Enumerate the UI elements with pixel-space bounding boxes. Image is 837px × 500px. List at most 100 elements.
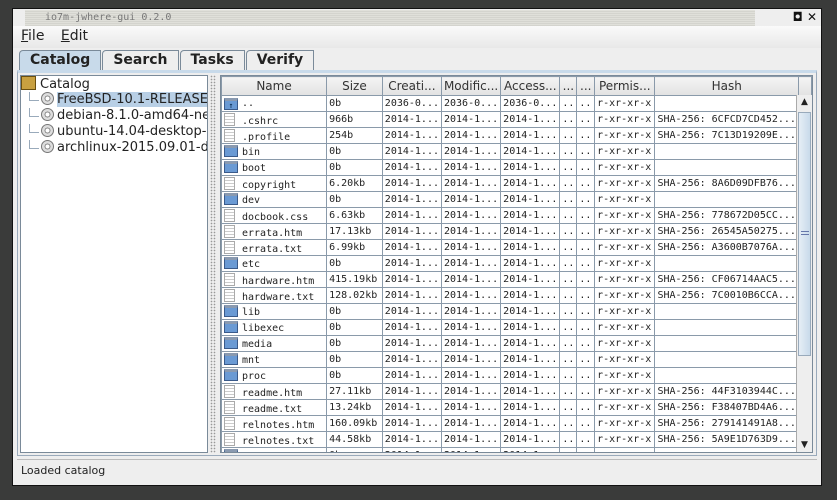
cell-x2: .. — [576, 191, 596, 208]
tree-root[interactable]: Catalog — [21, 76, 207, 92]
tree-item[interactable]: ubuntu-14.04-desktop-a — [21, 124, 207, 140]
cell-hash: SHA-256: 8A6D09DFB76... — [654, 175, 799, 192]
tab-tasks[interactable]: Tasks — [179, 50, 245, 70]
file-icon — [224, 400, 235, 414]
table-row[interactable]: lib 0b 2014-1... 2014-1... 2014-1....... r-xr… — [221, 303, 812, 320]
cell-x1: .. — [559, 239, 578, 256]
scroll-thumb[interactable] — [798, 112, 811, 356]
cell-x2: .. — [576, 399, 596, 416]
cell-m: 2014-1... — [440, 191, 502, 208]
parent-folder-icon: ↑ — [224, 97, 238, 110]
cell-a: 2014-1... — [500, 367, 561, 384]
file-icon — [224, 112, 235, 126]
cell-a: 2036-0... — [500, 95, 561, 112]
column-header[interactable]: Size — [326, 76, 383, 96]
column-header[interactable]: ... — [576, 76, 596, 96]
cell-m: 2014-1... — [440, 447, 502, 452]
tab-verify[interactable]: Verify — [245, 50, 315, 70]
table-row[interactable]: copyright 6.20kb 2014-1... 2014-1... 2014-1.… — [221, 175, 812, 192]
cell-a: 2014-1... — [500, 415, 561, 432]
table-row[interactable]: .cshrc 966b 2014-1... 2014-1... 2014-1......… — [221, 111, 812, 128]
folder-icon — [224, 305, 238, 317]
table-row[interactable]: relnotes.txt 44.58kb 2014-1... 2014-1... 201… — [221, 431, 812, 448]
tab-search[interactable]: Search — [102, 50, 179, 70]
vertical-scrollbar[interactable]: ▲ ▼ — [796, 95, 812, 452]
cell-perm: r-xr-xr-x — [594, 447, 656, 452]
table-row[interactable]: readme.htm 27.11kb 2014-1... 2014-1... 2014-… — [221, 383, 812, 400]
tree-item[interactable]: archlinux-2015.09.01-du — [21, 140, 207, 156]
status-text: Loaded catalog — [21, 464, 106, 477]
menu-file[interactable]: File — [21, 28, 44, 44]
folder-icon — [224, 337, 238, 349]
table-row[interactable]: 0b2014-1...2014-1...2014-1.......r-xr-xr… — [221, 447, 812, 452]
cell-a: 2014-1... — [500, 319, 561, 336]
table-row[interactable]: readme.txt 13.24kb 2014-1... 2014-1... 2014-… — [221, 399, 812, 416]
cell-m: 2014-1... — [440, 239, 502, 256]
table-row[interactable]: proc 0b 2014-1... 2014-1... 2014-1....... r-x… — [221, 367, 812, 384]
table-row[interactable]: libexec 0b 2014-1... 2014-1... 2014-1.......… — [221, 319, 812, 336]
cell-m: 2014-1... — [440, 335, 502, 352]
table-row[interactable]: ↑.. 0b 2036-0... 2036-0... 2036-0....... r-xr… — [221, 95, 812, 112]
scroll-down-icon[interactable]: ▼ — [797, 438, 812, 452]
cell-name: libexec — [221, 319, 328, 336]
cell-hash: SHA-256: 7C13D19209E... — [654, 127, 799, 144]
table-row[interactable]: media 0b 2014-1... 2014-1... 2014-1....... r-… — [221, 335, 812, 352]
cell-a: 2014-1... — [500, 447, 561, 452]
cell-x2: .. — [576, 335, 596, 352]
cell-perm: r-xr-xr-x — [594, 223, 656, 240]
cell-m: 2014-1... — [440, 415, 502, 432]
tab-catalog[interactable]: Catalog — [19, 50, 102, 70]
cell-size: 0b — [326, 351, 383, 368]
catalog-tree[interactable]: Catalog FreeBSD-10.1-RELEASE-debian-8.1.0… — [20, 75, 208, 453]
cell-hash — [654, 95, 799, 112]
table-row[interactable]: bin 0b 2014-1... 2014-1... 2014-1....... r-xr… — [221, 143, 812, 160]
table-row[interactable]: hardware.htm 415.19kb 2014-1... 2014-1... 20… — [221, 271, 812, 288]
folder-icon — [224, 369, 238, 381]
cell-hash: SHA-256: A3600B7076A... — [654, 239, 799, 256]
column-header[interactable]: Access... — [500, 76, 561, 96]
table-row[interactable]: hardware.txt 128.02kb 2014-1... 2014-1... 20… — [221, 287, 812, 304]
cell-hash — [654, 335, 799, 352]
split-pane-divider[interactable] — [210, 75, 216, 453]
tree-item[interactable]: debian-8.1.0-amd64-net — [21, 108, 207, 124]
cell-perm: r-xr-xr-x — [594, 159, 656, 176]
close-icon[interactable]: ✕ — [807, 10, 817, 24]
folder-icon — [224, 449, 238, 452]
file-icon — [224, 416, 235, 430]
cell-a: 2014-1... — [500, 111, 561, 128]
cell-x2: .. — [576, 303, 596, 320]
scroll-up-icon[interactable]: ▲ — [797, 95, 812, 110]
status-bar: Loaded catalog — [17, 459, 817, 481]
column-header[interactable]: Name — [221, 76, 328, 96]
table-row[interactable]: etc 0b 2014-1... 2014-1... 2014-1....... r-xr… — [221, 255, 812, 272]
cell-x2: .. — [576, 95, 596, 112]
cell-m: 2014-1... — [440, 287, 502, 304]
cell-hash — [654, 351, 799, 368]
column-header[interactable]: Permis... — [594, 76, 656, 96]
table-row[interactable]: mnt 0b 2014-1... 2014-1... 2014-1....... r-xr… — [221, 351, 812, 368]
table-row[interactable]: docbook.css 6.63kb 2014-1... 2014-1... 2014-… — [221, 207, 812, 224]
cell-m: 2014-1... — [440, 399, 502, 416]
maximize-icon[interactable]: ◘ — [793, 10, 803, 24]
cell-size: 0b — [326, 255, 383, 272]
menu-edit[interactable]: Edit — [61, 28, 88, 44]
cell-a: 2014-1... — [500, 159, 561, 176]
column-header[interactable]: Modific... — [440, 76, 502, 96]
cell-a: 2014-1... — [500, 431, 561, 448]
column-header[interactable]: Hash — [654, 76, 799, 96]
cell-x1: .. — [559, 351, 578, 368]
table-row[interactable]: dev 0b 2014-1... 2014-1... 2014-1....... r-xr… — [221, 191, 812, 208]
cell-a: 2014-1... — [500, 335, 561, 352]
cell-perm: r-xr-xr-x — [594, 143, 656, 160]
tree-item[interactable]: FreeBSD-10.1-RELEASE- — [21, 92, 207, 108]
column-header[interactable]: Creati... — [381, 76, 442, 96]
table-row[interactable]: .profile 254b 2014-1... 2014-1... 2014-1....… — [221, 127, 812, 144]
table-row[interactable]: boot 0b 2014-1... 2014-1... 2014-1....... r-x… — [221, 159, 812, 176]
table-row[interactable]: errata.htm 17.13kb 2014-1... 2014-1... 2014-… — [221, 223, 812, 240]
table-row[interactable]: errata.txt 6.99kb 2014-1... 2014-1... 2014-1… — [221, 239, 812, 256]
column-header[interactable]: ... — [559, 76, 578, 96]
cell-x2: .. — [576, 175, 596, 192]
cell-name: dev — [221, 191, 328, 208]
table-row[interactable]: relnotes.htm 160.09kb 2014-1... 2014-1... 20… — [221, 415, 812, 432]
cell-c: 2014-1... — [381, 159, 442, 176]
